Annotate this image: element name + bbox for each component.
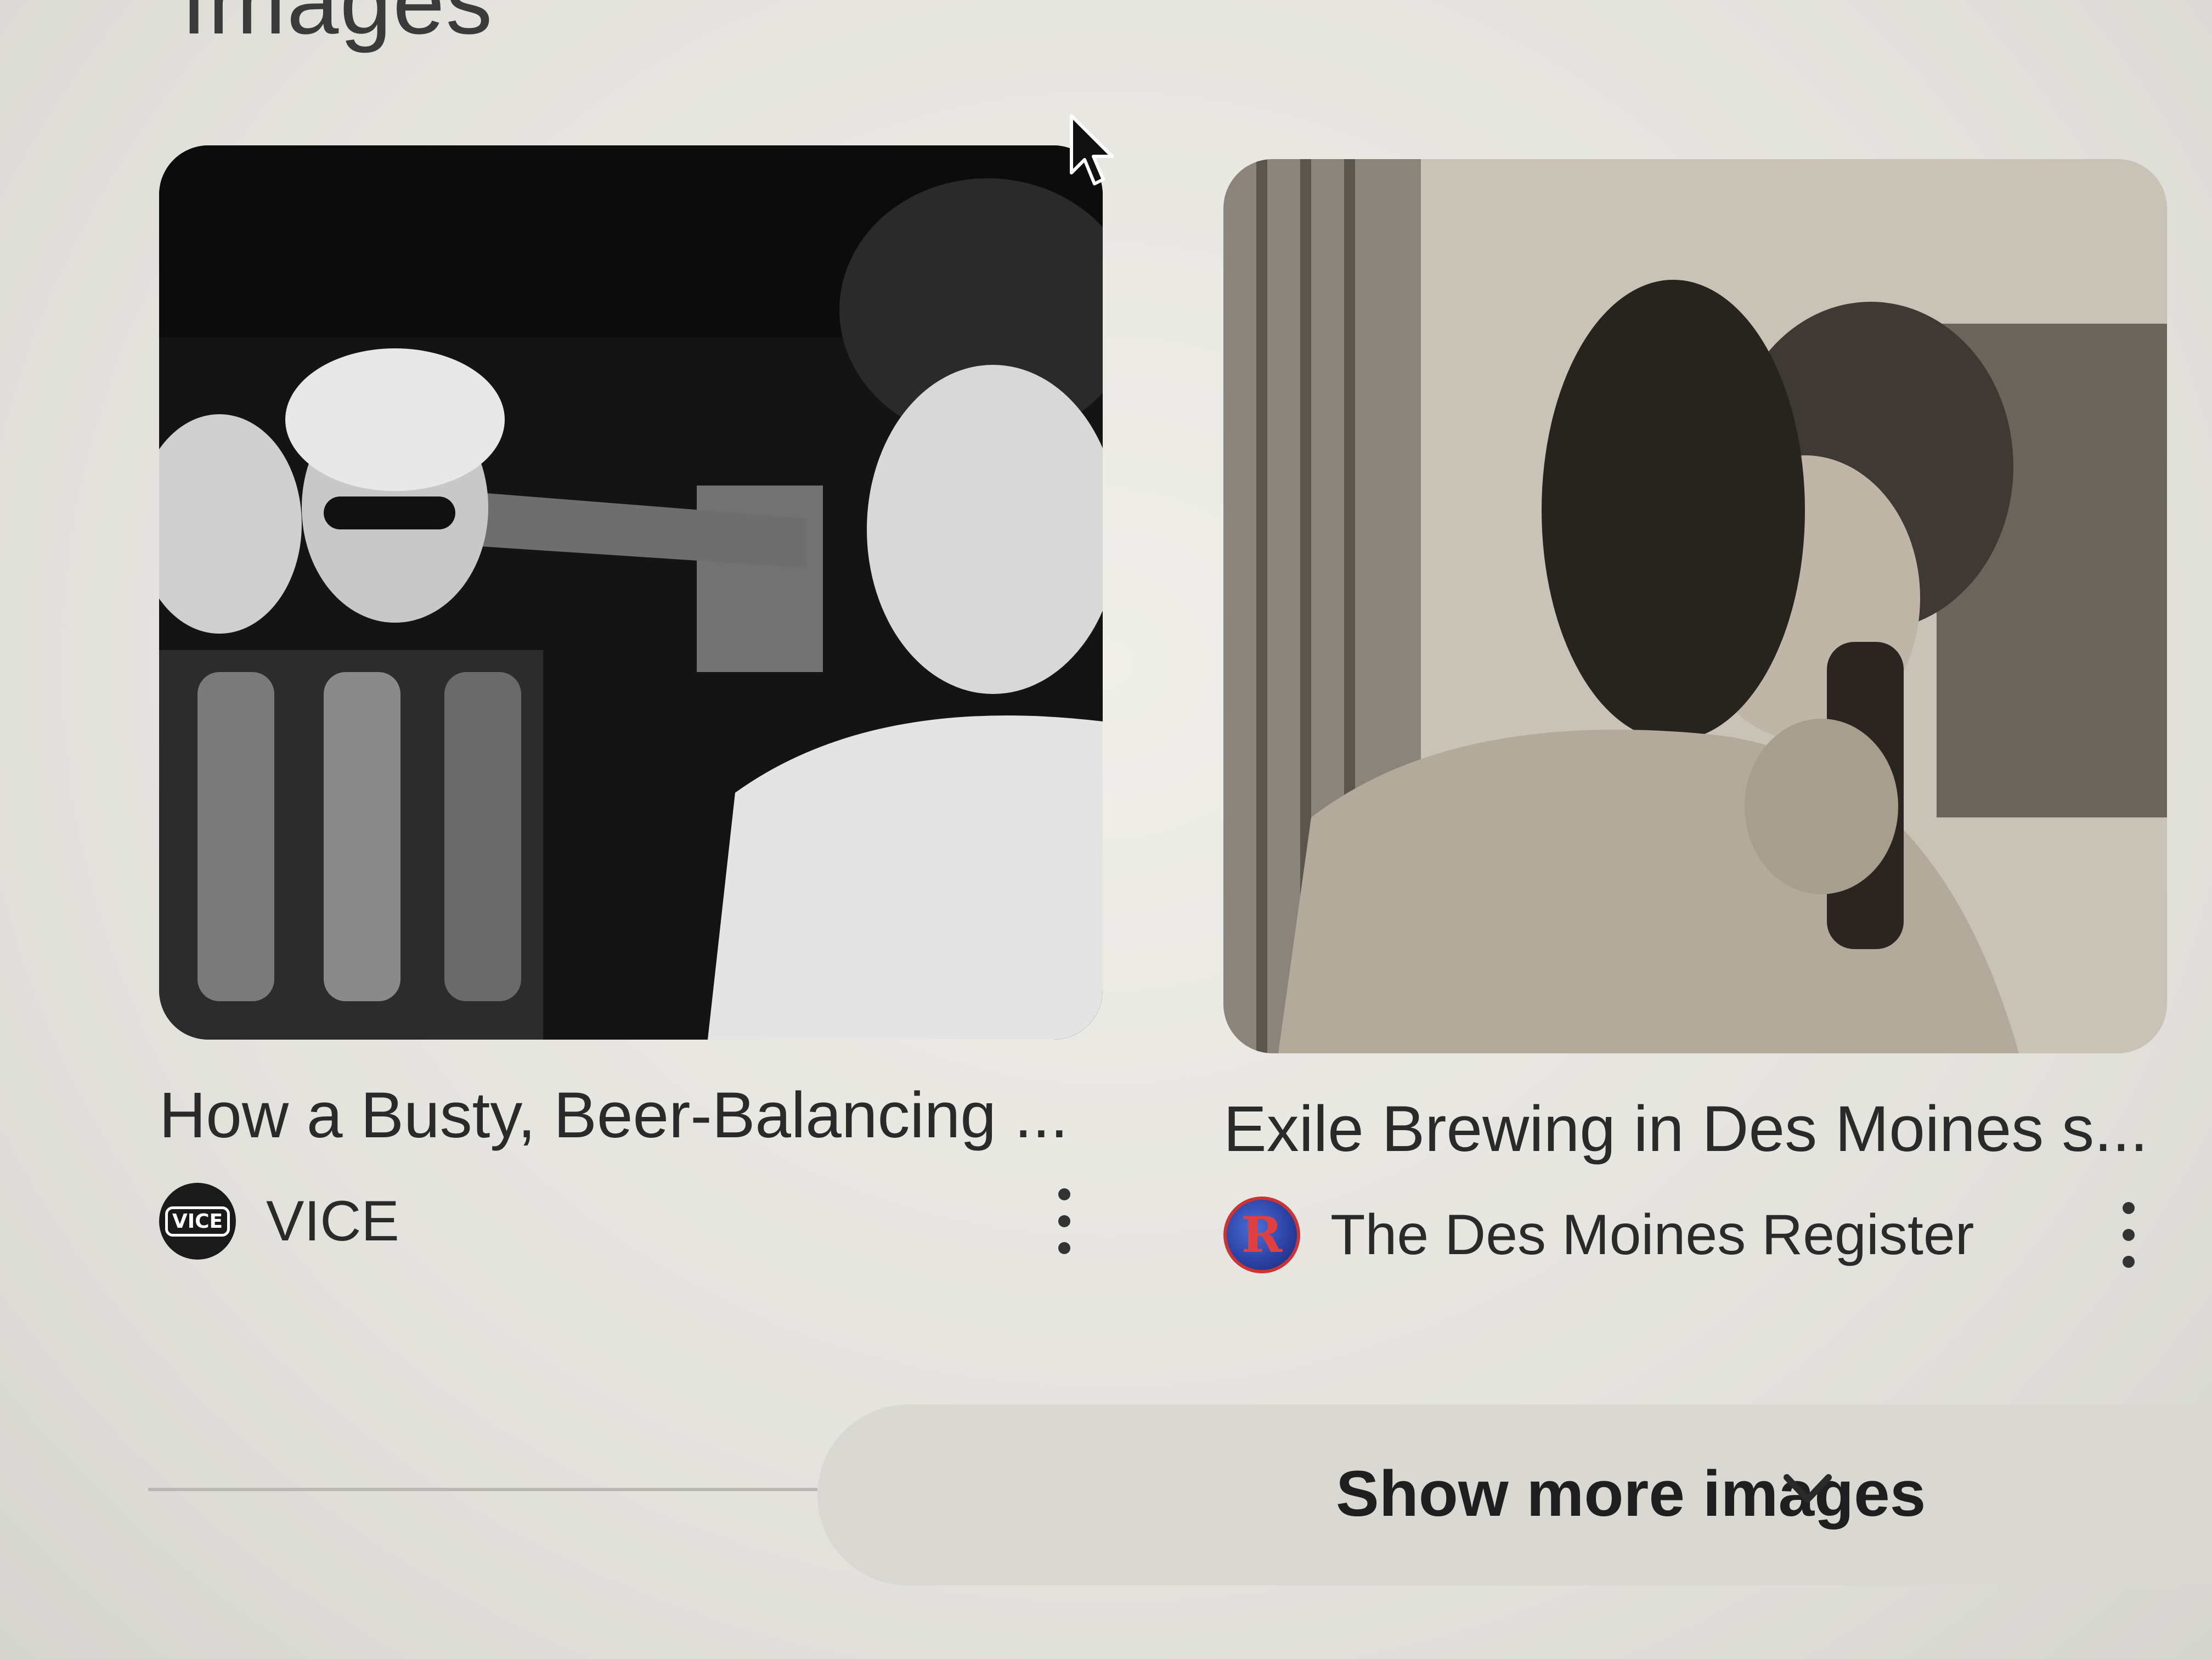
divider <box>148 1488 817 1491</box>
chevron-down-icon <box>1784 1474 1832 1503</box>
vice-logo-icon: VICE <box>159 1183 236 1260</box>
result-thumbnail[interactable] <box>159 145 1103 1040</box>
result-source[interactable]: VICE VICE <box>159 1180 1103 1262</box>
source-name: VICE <box>266 1189 399 1253</box>
result-source[interactable]: R The Des Moines Register <box>1223 1194 2167 1276</box>
result-thumbnail[interactable] <box>1223 159 2167 1053</box>
section-heading: Images <box>181 0 494 54</box>
result-title[interactable]: Exile Brewing in Des Moines s... <box>1223 1092 2167 1166</box>
page: Images How a Busty, Beer-Balancing ... V… <box>0 0 2212 1659</box>
more-options-icon[interactable] <box>1048 1188 1081 1254</box>
mouse-cursor-icon <box>1070 114 1114 185</box>
more-options-icon[interactable] <box>2112 1202 2145 1268</box>
show-more-images-button[interactable]: Show more images <box>817 1404 2212 1585</box>
thumbnail-photo <box>1223 159 2167 1053</box>
favicon-text: R <box>1241 1206 1283 1264</box>
result-title[interactable]: How a Busty, Beer-Balancing ... <box>159 1078 1103 1153</box>
image-result-card[interactable]: How a Busty, Beer-Balancing ... VICE VIC… <box>159 145 1103 1262</box>
image-result-card[interactable]: Exile Brewing in Des Moines s... R The D… <box>1223 159 2167 1276</box>
source-name: The Des Moines Register <box>1330 1203 1974 1267</box>
thumbnail-photo <box>159 145 1103 1040</box>
register-logo-icon: R <box>1223 1197 1300 1273</box>
favicon-text: VICE <box>165 1206 230 1237</box>
show-more-label: Show more images <box>1336 1458 1926 1530</box>
